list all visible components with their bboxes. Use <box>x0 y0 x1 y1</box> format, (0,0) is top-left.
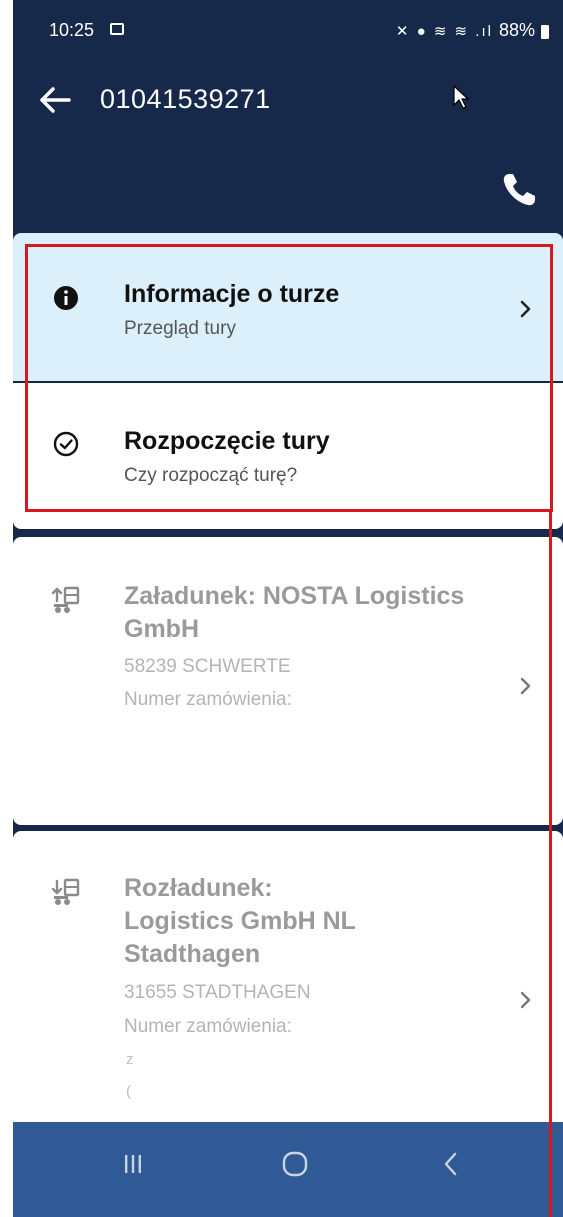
app-bar: 01041539271 <box>13 60 563 230</box>
back-nav-icon[interactable] <box>441 1150 461 1180</box>
unloading-stop-order-label: Numer zamówienia: <box>124 1016 292 1037</box>
chevron-right-icon <box>520 991 531 1009</box>
check-circle-icon <box>53 431 79 457</box>
tour-start-title: Rozpoczęcie tury <box>124 427 330 455</box>
status-right-group: ✕ ● ≋ ≋ .ıl 88% <box>396 20 549 41</box>
tour-info-card[interactable]: Informacje o turze Przegląd tury <box>13 233 563 381</box>
loading-stop-card[interactable]: Załadunek: NOSTA Logistics GmbH 58239 SC… <box>13 537 563 825</box>
system-navigation-bar <box>13 1122 563 1217</box>
chevron-right-icon <box>520 677 531 695</box>
gallery-notification-icon <box>110 23 124 35</box>
redacted-text-fragment: ( <box>126 1083 131 1100</box>
tour-info-subtitle: Przegląd tury <box>124 318 236 339</box>
redaction-block <box>310 872 380 908</box>
loading-stop-order-label: Numer zamówienia: <box>124 689 292 710</box>
mouse-cursor-icon <box>453 84 470 109</box>
phone-screen: 10:25 ✕ ● ≋ ≋ .ıl 88% 01041539271 Inform… <box>13 0 563 1217</box>
status-time: 10:25 <box>49 20 95 40</box>
redaction-block <box>136 1043 496 1075</box>
truck-unloading-icon <box>51 878 80 905</box>
chevron-right-icon <box>520 300 531 318</box>
tour-info-title: Informacje o turze <box>124 280 340 308</box>
battery-level: 88% <box>498 20 535 40</box>
phone-icon[interactable] <box>497 168 541 212</box>
status-bar: 10:25 ✕ ● ≋ ≋ .ıl 88% <box>13 0 563 60</box>
redacted-text-fragment: z <box>126 1051 134 1068</box>
tour-start-card[interactable]: Rozpoczęcie tury Czy rozpocząć turę? <box>13 383 563 529</box>
home-icon[interactable] <box>280 1150 310 1180</box>
battery-icon <box>541 24 549 39</box>
tour-number-title: 01041539271 <box>100 84 271 114</box>
loading-stop-address: 58239 SCHWERTE <box>124 656 291 677</box>
recent-apps-icon[interactable] <box>123 1150 143 1180</box>
back-arrow-icon[interactable] <box>35 80 75 120</box>
tour-start-subtitle: Czy rozpocząć turę? <box>124 465 298 486</box>
unloading-stop-address: 31655 STADTHAGEN <box>124 982 311 1003</box>
loading-stop-title: Załadunek: NOSTA Logistics GmbH <box>124 582 465 643</box>
redaction-block <box>136 1076 496 1108</box>
info-icon <box>54 286 78 310</box>
truck-loading-icon <box>51 586 80 613</box>
unloading-stop-title: Rozładunek: Logistics GmbH NL Stadthagen <box>124 874 356 968</box>
connectivity-icons: ✕ ● ≋ ≋ .ıl <box>395 22 493 40</box>
